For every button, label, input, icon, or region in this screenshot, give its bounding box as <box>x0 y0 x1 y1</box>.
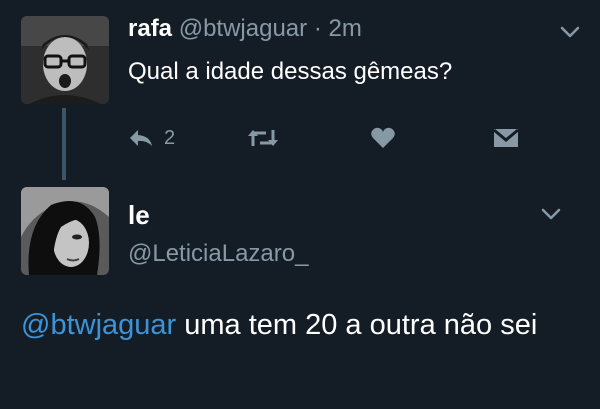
avatar-photo <box>21 16 109 104</box>
tweet-text: Qual a idade dessas gêmeas? <box>128 58 453 85</box>
tweet-actions: 2 <box>128 122 528 154</box>
author-name[interactable]: le <box>128 200 150 231</box>
thread-connector-line <box>62 108 66 180</box>
avatar[interactable] <box>21 187 109 275</box>
tweet-text: @btwjaguar uma tem 20 a outra não sei <box>21 304 581 346</box>
retweet-button[interactable] <box>246 122 280 154</box>
chevron-down-icon[interactable] <box>538 204 564 224</box>
tweet-header: rafa @btwjaguar · 2m <box>128 14 362 44</box>
retweet-icon <box>248 130 278 146</box>
separator: · <box>313 15 322 42</box>
timestamp[interactable]: 2m <box>328 15 361 42</box>
avatar-photo <box>21 187 109 275</box>
author-name[interactable]: rafa <box>128 15 172 42</box>
envelope-icon <box>493 128 519 147</box>
reply-button[interactable]: 2 <box>128 122 175 154</box>
author-handle[interactable]: @LeticiaLazaro_ <box>128 240 308 268</box>
chevron-down-icon[interactable] <box>557 22 583 42</box>
reply-count: 2 <box>164 126 176 149</box>
author-handle[interactable]: @btwjaguar <box>179 15 307 42</box>
reply-arrow-icon <box>130 130 152 146</box>
tweet-body: uma tem 20 a outra não sei <box>176 309 538 341</box>
timeline: rafa @btwjaguar · 2m Qual a idade dessas… <box>0 0 600 409</box>
dm-button[interactable] <box>492 122 520 154</box>
mention-link[interactable]: @btwjaguar <box>21 309 176 341</box>
like-button[interactable] <box>370 122 396 154</box>
avatar[interactable] <box>21 16 109 104</box>
heart-icon <box>371 127 395 148</box>
